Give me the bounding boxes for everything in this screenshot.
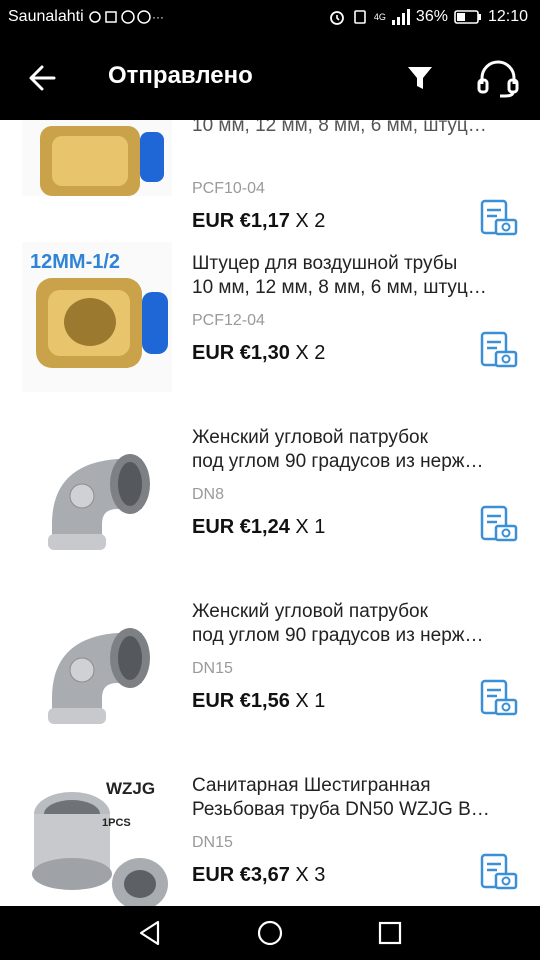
list-item[interactable]: 10 мм, 12 мм, 8 мм, 6 мм, штуц… PCF10-04… [0,120,540,236]
back-arrow-icon[interactable] [24,58,60,98]
app-bar: Отправлено [0,36,540,120]
battery-percent: 36% [415,8,448,25]
item-price: EUR €1,24 X 1 [192,516,325,539]
page-title: Отправлено [108,62,253,89]
quantity: X 3 [295,864,326,886]
price-value: EUR €1,24 [192,516,290,538]
nav-back-icon[interactable] [136,919,164,947]
sanitary-fitting-image: WZJG 1PCS [22,774,172,906]
price-value: EUR €1,17 [192,210,290,232]
photo-review-icon[interactable] [478,504,518,544]
network-type: 4G [373,12,386,22]
list-item[interactable]: Женский угловой патрубок под углом 90 гр… [0,590,540,764]
svg-text:···: ··· [152,10,164,24]
photo-review-icon[interactable] [478,852,518,892]
list-item[interactable]: 12MM-1/2 Штуцер для воздушной трубы 10 м… [0,242,540,416]
photo-review-icon[interactable] [478,678,518,718]
signal-icon [391,9,410,25]
item-price: EUR €1,30 X 2 [192,342,325,365]
status-bar: Saunalahti ··· 4G 36% 12:10 [0,0,540,36]
steel-elbow-image [22,424,172,574]
nav-home-icon[interactable] [256,919,284,947]
mute-icon [354,10,366,24]
list-item[interactable]: WZJG 1PCS Санитарная Шестигранная Резьбо… [0,764,540,906]
item-sku: DN15 [192,660,233,677]
thumb-sub: 1PCS [102,817,131,829]
item-sku: DN8 [192,486,225,503]
item-sku: DN15 [192,834,233,851]
item-price: EUR €3,67 X 3 [192,864,325,887]
alarm-icon [330,11,344,25]
filter-icon[interactable] [404,62,436,94]
clock: 12:10 [487,8,528,25]
item-title: 10 мм, 12 мм, 8 мм, 6 мм, штуц… [192,120,487,136]
item-title: Штуцер для воздушной трубы 10 мм, 12 мм,… [192,253,487,298]
battery-icon [454,10,481,24]
quantity: X 1 [295,516,326,538]
quantity: X 1 [295,690,326,712]
item-title: Санитарная Шестигранная Резьбовая труба … [192,775,490,820]
quantity: X 2 [295,342,326,364]
brass-fitting-image [22,120,172,196]
carrier-name: Saunalahti [8,8,84,25]
support-headset-icon[interactable] [474,58,522,98]
item-title: Женский угловой патрубок под углом 90 гр… [192,427,484,472]
quantity: X 2 [295,210,326,232]
steel-elbow-image [22,598,172,748]
system-nav-bar [0,906,540,960]
thumb-brand: WZJG [106,779,155,798]
notification-icons: ··· [88,10,164,24]
price-value: EUR €1,56 [192,690,290,712]
thumb-label: 12MM-1/2 [30,251,120,273]
price-value: EUR €1,30 [192,342,290,364]
photo-review-icon[interactable] [478,330,518,370]
list-item[interactable]: Женский угловой патрубок под углом 90 гр… [0,416,540,590]
brass-fitting-image: 12MM-1/2 [22,242,172,392]
item-price: EUR €1,17 X 2 [192,210,325,233]
order-item-list: 10 мм, 12 мм, 8 мм, 6 мм, штуц… PCF10-04… [0,120,540,906]
nav-recents-icon[interactable] [376,919,404,947]
photo-review-icon[interactable] [478,198,518,238]
price-value: EUR €3,67 [192,864,290,886]
item-sku: PCF12-04 [192,312,265,329]
item-title: Женский угловой патрубок под углом 90 гр… [192,601,484,646]
item-sku: PCF10-04 [192,180,265,197]
item-price: EUR €1,56 X 1 [192,690,325,713]
